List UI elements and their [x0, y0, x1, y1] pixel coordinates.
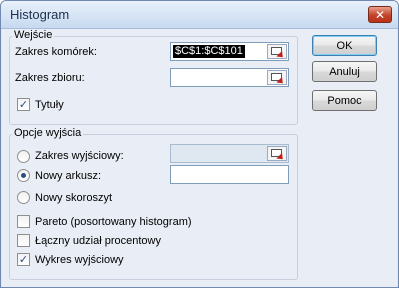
- close-button[interactable]: ✕: [368, 6, 392, 23]
- radio-selected-dot: [21, 173, 26, 178]
- input-range-label: Zakres komórek:: [15, 46, 97, 58]
- output-range-radio[interactable]: [17, 150, 30, 163]
- output-range-radio-label[interactable]: Zakres wyjściowy:: [35, 150, 124, 162]
- dialog-title: Histogram: [10, 7, 70, 22]
- input-range-picker-button[interactable]: [267, 44, 287, 61]
- cancel-button[interactable]: Anuluj: [312, 61, 377, 82]
- ok-button[interactable]: OK: [312, 35, 377, 56]
- chart-output-checkbox[interactable]: ✓: [17, 253, 30, 266]
- output-range-picker-button[interactable]: [267, 146, 287, 163]
- histogram-dialog: Histogram ✕ Wejście Zakres komórek: $C$1…: [0, 0, 399, 288]
- new-workbook-radio-label[interactable]: Nowy skoroszyt: [35, 192, 112, 204]
- new-sheet-radio[interactable]: [17, 169, 30, 182]
- chart-output-checkbox-label[interactable]: Wykres wyjściowy: [35, 254, 124, 266]
- input-range-field[interactable]: $C$1:$C$101: [170, 42, 289, 61]
- labels-checkbox[interactable]: ✓: [17, 98, 30, 111]
- help-button[interactable]: Pomoc: [312, 90, 377, 111]
- output-group-label: Opcje wyjścia: [12, 127, 84, 139]
- labels-checkbox-label[interactable]: Tytuły: [35, 99, 64, 111]
- cancel-button-label: Anuluj: [329, 65, 360, 78]
- cumulative-percentage-checkbox[interactable]: [17, 234, 30, 247]
- pareto-checkbox-label[interactable]: Pareto (posortowany histogram): [35, 216, 192, 228]
- output-range-field[interactable]: [170, 144, 289, 163]
- new-sheet-radio-label[interactable]: Nowy arkusz:: [35, 170, 101, 182]
- close-icon: ✕: [374, 7, 386, 22]
- dialog-body: Wejście Zakres komórek: $C$1:$C$101 Zakr…: [2, 29, 397, 287]
- check-icon: ✓: [18, 98, 29, 111]
- bin-range-picker-button[interactable]: [267, 70, 287, 87]
- bin-range-label: Zakres zbioru:: [15, 72, 85, 84]
- help-button-label: Pomoc: [327, 94, 362, 107]
- title-bar[interactable]: Histogram ✕: [1, 1, 398, 29]
- bin-range-field[interactable]: [170, 68, 289, 87]
- pareto-checkbox[interactable]: [17, 215, 30, 228]
- ok-button-label: OK: [336, 39, 353, 52]
- input-group-label: Wejście: [12, 29, 55, 41]
- check-icon: ✓: [18, 253, 29, 266]
- input-range-value: $C$1:$C$101: [173, 45, 245, 58]
- new-workbook-radio[interactable]: [17, 191, 30, 204]
- new-sheet-name-field[interactable]: [170, 165, 289, 184]
- cumulative-percentage-checkbox-label[interactable]: Łączny udział procentowy: [35, 235, 161, 247]
